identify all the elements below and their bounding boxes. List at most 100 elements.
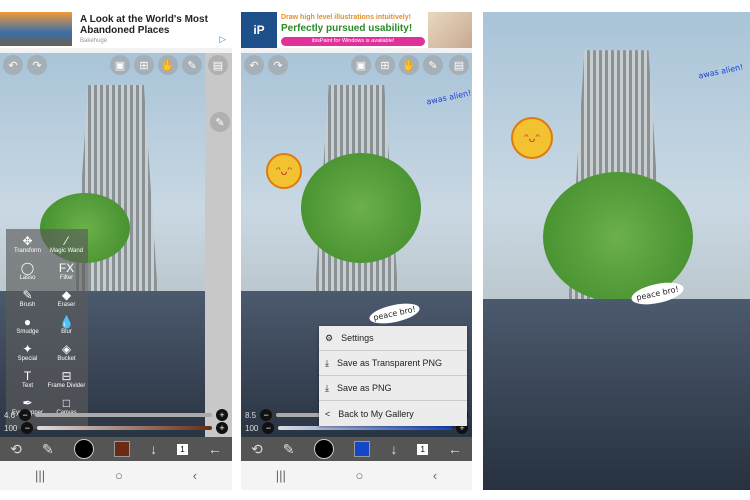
alien-doodle-text: awas alien! <box>425 88 472 107</box>
save-menu: ⚙ Settings ⤓ Save as Transparent PNG ⤓ Save… <box>319 326 467 426</box>
back-icon[interactable]: ‹ <box>193 468 197 483</box>
minus-icon[interactable]: − <box>262 422 275 434</box>
side-panel <box>205 53 232 437</box>
minus-icon[interactable]: − <box>19 409 32 421</box>
selection-icon[interactable]: ⟲ <box>251 441 263 458</box>
color-swatch[interactable] <box>113 441 130 457</box>
stylus-icon[interactable]: ✎ <box>210 112 230 132</box>
download-icon[interactable]: ↓ <box>150 441 157 457</box>
hand-icon[interactable]: ✋ <box>399 55 419 75</box>
selection-icon[interactable]: ⟲ <box>10 441 22 458</box>
bucket-icon: ◈ <box>61 342 72 356</box>
brush-preview[interactable] <box>314 439 335 459</box>
ad-banner[interactable]: A Look at the World's Most Abandoned Pla… <box>0 12 232 48</box>
brush-preview[interactable] <box>73 439 94 459</box>
tool-text[interactable]: T Text <box>8 366 47 393</box>
layers-button[interactable]: 1 <box>177 443 188 455</box>
home-icon[interactable]: ○ <box>115 468 123 483</box>
system-nav-bar: ||| ○ ‹ <box>241 461 472 490</box>
back-arrow-icon[interactable]: ← <box>448 441 462 457</box>
special-icon: ✦ <box>22 342 33 356</box>
ad-image <box>0 12 72 46</box>
recent-apps-icon[interactable]: ||| <box>35 468 45 483</box>
tool-label: Magic Wand <box>49 248 84 254</box>
bottom-toolbar: ⟲ ✎ ↓ 1 ← <box>241 437 472 461</box>
download-icon: ⤓ <box>325 382 329 393</box>
undo-icon[interactable]: ↶ <box>3 55 23 75</box>
brush-tool-icon[interactable]: ✎ <box>42 441 54 458</box>
camera-icon[interactable]: ▣ <box>110 55 130 75</box>
text-icon: T <box>23 369 32 383</box>
redo-icon[interactable]: ↷ <box>27 55 47 75</box>
tool-label: Lasso <box>19 275 36 281</box>
sun-doodle: ᵔᴗᵔ <box>511 117 553 159</box>
tool-smudge[interactable]: ● Smudge <box>8 312 47 339</box>
brush-size-value: 8.5 <box>245 410 257 420</box>
ad-source: Bakehuge <box>80 38 108 44</box>
tool-magic-wand[interactable]: ⁄ Magic Wand <box>47 231 86 258</box>
artwork-image: ᵔᴗᵔ awas alien! peace bro! <box>483 12 750 490</box>
camera-icon[interactable]: ▣ <box>351 55 371 75</box>
plus-icon[interactable]: + <box>216 409 228 421</box>
brush-icon: ✎ <box>22 288 33 302</box>
tool-label: Filter <box>59 275 74 281</box>
color-swatch[interactable] <box>354 441 371 457</box>
minus-icon[interactable]: − <box>21 422 34 434</box>
plus-icon[interactable]: + <box>216 422 228 434</box>
undo-icon[interactable]: ↶ <box>244 55 264 75</box>
pen-icon[interactable]: ✎ <box>423 55 443 75</box>
tool-lasso[interactable]: ◯ Lasso <box>8 258 47 285</box>
alien-doodle-text: awas alien! <box>697 62 745 81</box>
menu-item-back-to-gallery[interactable]: < Back to My Gallery <box>319 401 467 426</box>
opacity-value: 100 <box>4 423 18 433</box>
menu-item-settings[interactable]: ⚙ Settings <box>319 326 467 351</box>
phone-screen-tool-menu: A Look at the World's Most Abandoned Pla… <box>0 12 232 490</box>
menu-item-save-transparent-png[interactable]: ⤓ Save as Transparent PNG <box>319 351 467 376</box>
download-icon[interactable]: ↓ <box>390 441 397 457</box>
tool-blur[interactable]: 💧 Blur <box>47 312 86 339</box>
gear-icon: ⚙ <box>325 332 334 343</box>
back-icon[interactable]: ‹ <box>433 468 437 483</box>
brush-size-slider[interactable]: 4.6− + <box>0 409 232 421</box>
eraser-icon: ◆ <box>61 288 72 302</box>
ad-line1: Draw high level illustrations intuitivel… <box>281 14 411 21</box>
tool-frame-divider[interactable]: ⊟ Frame Divider <box>47 366 86 393</box>
tool-bucket[interactable]: ◈ Bucket <box>47 339 86 366</box>
home-icon[interactable]: ○ <box>355 468 363 483</box>
tool-brush[interactable]: ✎ Brush <box>8 285 47 312</box>
tool-eraser[interactable]: ◆ Eraser <box>47 285 86 312</box>
tool-filter[interactable]: FX Filter <box>47 258 86 285</box>
tool-label: Eraser <box>57 302 76 308</box>
adchoices-icon[interactable]: ▷ <box>219 34 226 45</box>
opacity-slider[interactable]: 100− + <box>0 422 232 434</box>
menu-item-save-png[interactable]: ⤓ Save as PNG <box>319 376 467 401</box>
layers-button[interactable]: 1 <box>417 443 428 455</box>
tool-transform[interactable]: ✥ Transform <box>8 231 47 258</box>
ad-character-image <box>428 12 472 48</box>
ibispaint-logo: iP <box>241 12 277 48</box>
ad-title: A Look at the World's Most Abandoned Pla… <box>80 14 208 36</box>
redo-icon[interactable]: ↷ <box>268 55 288 75</box>
back-arrow-icon[interactable]: ← <box>208 441 222 457</box>
tool-special[interactable]: ✦ Special <box>8 339 47 366</box>
image-icon[interactable]: ▤ <box>208 55 228 75</box>
minus-icon[interactable]: − <box>260 409 273 421</box>
ruler-icon[interactable]: ⊞ <box>375 55 395 75</box>
tool-label: Text <box>21 383 33 389</box>
tool-label: Special <box>17 356 38 362</box>
recent-apps-icon[interactable]: ||| <box>276 468 286 483</box>
ad-banner[interactable]: iP Draw high level illustrations intuiti… <box>241 12 472 48</box>
tool-menu: ✥ Transform ⁄ Magic Wand ◯ Lasso FX Filter ✎… <box>6 229 88 429</box>
hand-icon[interactable]: ✋ <box>158 55 178 75</box>
lasso-icon: ◯ <box>20 261 35 275</box>
fx-icon: FX <box>58 261 75 275</box>
brush-tool-icon[interactable]: ✎ <box>283 441 295 458</box>
opacity-value: 100 <box>245 423 259 433</box>
menu-label: Save as PNG <box>336 383 392 393</box>
menu-label: Save as Transparent PNG <box>336 358 443 368</box>
smudge-icon: ● <box>23 315 32 329</box>
pen-icon[interactable]: ✎ <box>182 55 202 75</box>
tool-label: Blur <box>61 329 72 335</box>
ruler-icon[interactable]: ⊞ <box>134 55 154 75</box>
image-icon[interactable]: ▤ <box>449 55 469 75</box>
